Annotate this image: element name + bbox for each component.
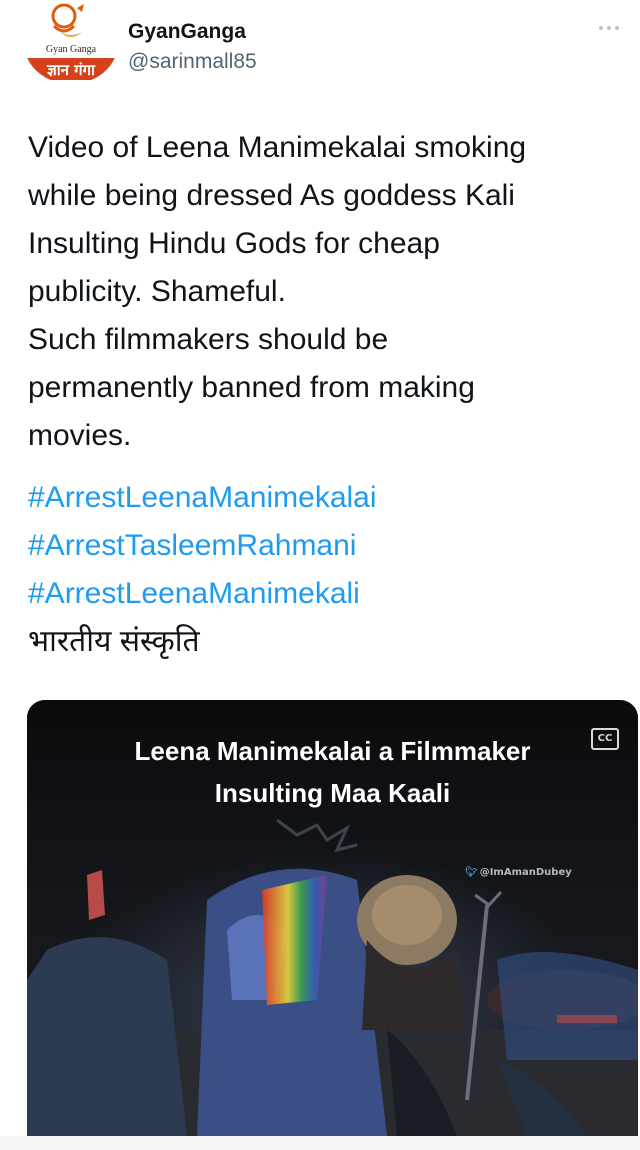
tweet-line: while being dressed As goddess Kali bbox=[28, 179, 515, 212]
tweet-text: Video of Leena Manimekalai smoking while… bbox=[28, 124, 628, 666]
hashtag-link[interactable]: #ArrestLeenaManimekalai bbox=[28, 474, 628, 522]
video-caption-line: Insulting Maa Kaali bbox=[214, 778, 451, 808]
watermark-text: @ImAmanDubey bbox=[479, 867, 572, 878]
tweet-line: Insulting Hindu Gods for cheap bbox=[28, 227, 440, 260]
divider bbox=[0, 1136, 640, 1150]
user-handle[interactable]: @sarinmall85 bbox=[128, 50, 257, 74]
video-watermark: 🐦︎ @ImAmanDubey bbox=[465, 867, 572, 878]
video-caption-line: Leena Manimekalai a Filmmaker bbox=[134, 736, 531, 766]
video-caption: Leena Manimekalai a Filmmaker Insulting … bbox=[27, 730, 638, 814]
avatar-logo-hindi: ज्ञान गंगा bbox=[46, 61, 96, 79]
tweet-line: permanently banned from making bbox=[28, 371, 475, 404]
display-name[interactable]: GyanGanga bbox=[128, 20, 246, 44]
avatar[interactable]: Gyan Ganga ज्ञान गंगा bbox=[24, 2, 118, 84]
avatar-logo-text: Gyan Ganga bbox=[46, 44, 97, 55]
hindi-text: भारतीय संस्कृति bbox=[28, 625, 200, 658]
hashtag-link[interactable]: #ArrestTasleemRahmani bbox=[28, 522, 628, 570]
cc-icon[interactable]: CC bbox=[591, 728, 619, 750]
tweet-line: Such filmmakers should be bbox=[28, 323, 389, 356]
hashtag-link[interactable]: #ArrestLeenaManimekali bbox=[28, 570, 628, 618]
tweet-line: movies. bbox=[28, 419, 132, 452]
tweet-line: publicity. Shameful. bbox=[28, 275, 286, 308]
twitter-bird-icon: 🐦︎ bbox=[465, 867, 478, 878]
tweet-line: Video of Leena Manimekalai smoking bbox=[28, 131, 527, 164]
video-player[interactable]: Leena Manimekalai a Filmmaker Insulting … bbox=[27, 700, 638, 1136]
more-icon[interactable] bbox=[594, 22, 624, 34]
